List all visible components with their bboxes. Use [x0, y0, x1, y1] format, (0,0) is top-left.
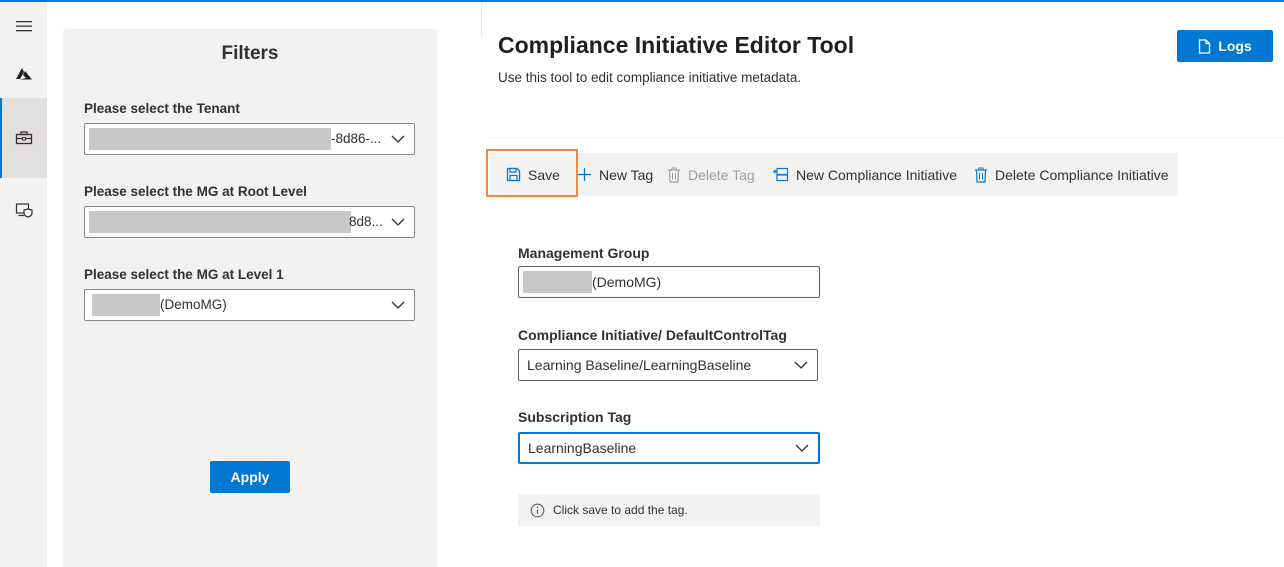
chevron-down-icon [794, 361, 808, 369]
level1-mg-dropdown-value: (DemoMG) [160, 297, 227, 312]
compliance-initiative-dropdown[interactable]: Learning Baseline/LearningBaseline [518, 349, 818, 381]
panel-divider [481, 2, 482, 38]
logs-button-label: Logs [1218, 38, 1252, 54]
root-mg-label: Please select the MG at Root Level [84, 184, 307, 199]
left-nav-rail [0, 2, 47, 567]
new-compliance-initiative-label: New Compliance Initiative [796, 166, 958, 183]
redacted-text [89, 211, 351, 233]
filters-panel: Filters Please select the Tenant -8d86-.… [64, 30, 436, 567]
nav-item-azure[interactable] [0, 50, 47, 98]
info-message-text: Click save to add the tag. [553, 503, 688, 517]
policy-shield-icon [15, 203, 33, 218]
nav-item-policy[interactable] [0, 186, 47, 234]
logs-button[interactable]: Logs [1177, 30, 1273, 62]
page-title: Compliance Initiative Editor Tool [498, 32, 855, 58]
tenant-label: Please select the Tenant [84, 101, 240, 116]
tenant-dropdown-value: -8d86-... [331, 131, 382, 146]
level1-mg-label: Please select the MG at Level 1 [84, 267, 284, 282]
root-mg-dropdown-value: 8d8... [349, 214, 383, 229]
hamburger-icon [15, 21, 32, 32]
new-tag-button-label: New Tag [599, 166, 654, 183]
apply-button[interactable]: Apply [210, 461, 290, 493]
top-accent-bar [0, 0, 1284, 2]
chevron-down-icon [795, 444, 809, 452]
new-initiative-icon [773, 167, 789, 182]
trash-icon [975, 167, 987, 183]
filters-title: Filters [221, 43, 279, 64]
redacted-text [523, 271, 592, 293]
delete-compliance-initiative-label: Delete Compliance Initiative [995, 166, 1169, 183]
new-tag-button[interactable]: New Tag [577, 153, 653, 196]
azure-logo-icon [15, 68, 32, 80]
info-message-bar: Click save to add the tag. [518, 494, 820, 526]
add-icon [578, 168, 591, 181]
header-separator [488, 137, 1284, 138]
command-bar: Save New Tag Delete Tag New Compliance I… [490, 153, 1178, 196]
info-icon [530, 503, 545, 517]
tenant-dropdown[interactable]: -8d86-... [84, 123, 415, 155]
management-group-field[interactable]: (DemoMG) [518, 266, 820, 298]
management-group-label: Management Group [518, 245, 650, 261]
chevron-down-icon [391, 218, 405, 226]
redacted-text [89, 128, 331, 150]
document-icon [1199, 38, 1211, 54]
level1-mg-dropdown[interactable]: (DemoMG) [84, 289, 415, 321]
nav-item-toolbox[interactable] [0, 98, 47, 178]
save-highlight-box [486, 149, 578, 197]
subscription-tag-label: Subscription Tag [518, 409, 632, 425]
delete-tag-button-label: Delete Tag [688, 166, 755, 183]
compliance-initiative-label: Compliance Initiative/ DefaultControlTag [518, 327, 787, 343]
redacted-text [92, 294, 160, 316]
subscription-tag-dropdown[interactable]: LearningBaseline [518, 432, 820, 464]
compliance-initiative-value: Learning Baseline/LearningBaseline [527, 357, 752, 373]
new-compliance-initiative-button[interactable]: New Compliance Initiative [772, 153, 957, 196]
trash-icon [668, 167, 680, 183]
chevron-down-icon [391, 301, 405, 309]
chevron-down-icon [391, 135, 405, 143]
subscription-tag-value: LearningBaseline [528, 440, 637, 456]
management-group-value: (DemoMG) [592, 274, 662, 290]
root-mg-dropdown[interactable]: 8d8... [84, 206, 415, 238]
delete-tag-button[interactable]: Delete Tag [667, 153, 755, 196]
toolbox-icon [15, 131, 32, 145]
delete-compliance-initiative-button[interactable]: Delete Compliance Initiative [974, 153, 1169, 196]
page-description: Use this tool to edit compliance initiat… [498, 70, 802, 85]
hamburger-menu-button[interactable] [0, 2, 47, 50]
